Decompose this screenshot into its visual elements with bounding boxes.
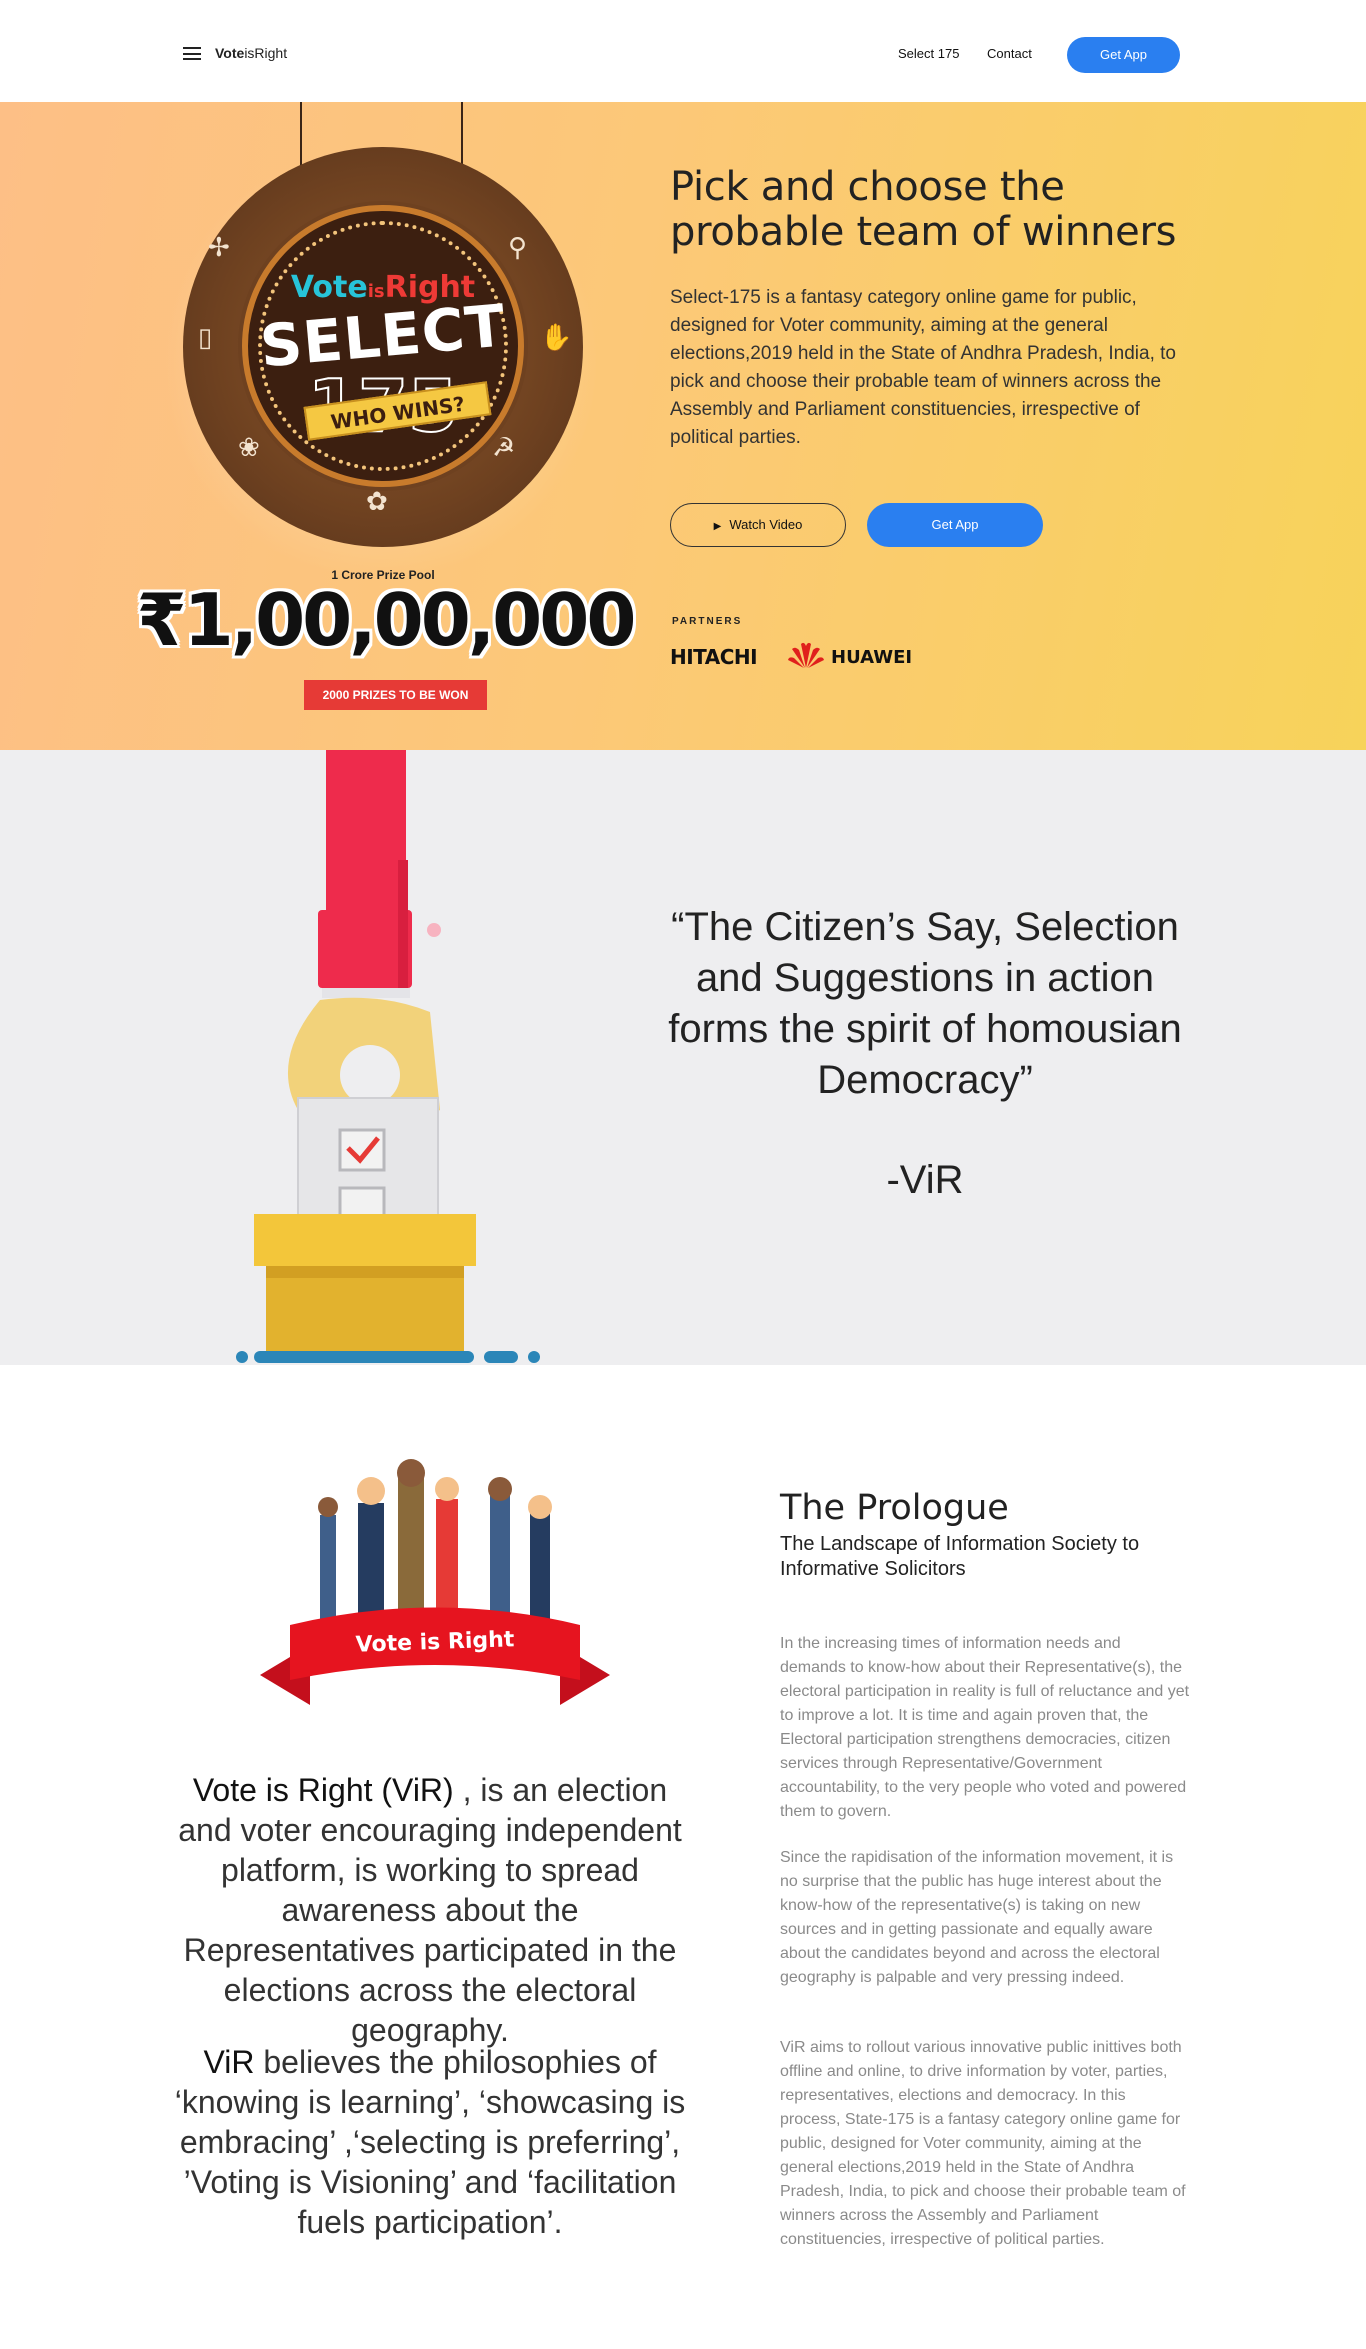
hero-description: Select-175 is a fantasy category online …	[670, 287, 1176, 448]
raised-hands-illustration	[260, 1459, 610, 1705]
prologue-subtitle: The Landscape of Information Society to …	[780, 1533, 1140, 1580]
prologue-paragraph-3: ViR aims to rollout various innovative p…	[780, 2039, 1186, 2248]
huawei-petal-icon	[788, 642, 824, 668]
partners-label: PARTNERS	[672, 616, 743, 627]
hero-section: ✢ ⚲ ▯ ✋ ❀ ☭ ✿ VoteisRight SELECT 175 WHO…	[0, 102, 1366, 750]
menu-icon[interactable]	[183, 47, 201, 60]
watch-video-button[interactable]: ▶ Watch Video	[670, 503, 846, 547]
bicycle-icon: ⚲	[508, 232, 528, 262]
fan-icon: ✢	[208, 232, 230, 262]
brand-logo[interactable]: VoteisRight	[215, 45, 287, 61]
prologue-paragraph-1: In the increasing times of information n…	[780, 1635, 1190, 1820]
vir-intro: Vote is Right (ViR) , is an election and…	[178, 1772, 682, 2048]
quote-text: “The Citizen’s Say, Selection and Sugges…	[668, 905, 1182, 1102]
prologue-title: The Prologue	[780, 1488, 1009, 1528]
hero-title: Pick and choose the probable team of win…	[670, 164, 1177, 255]
top-nav: VoteisRight Select 175 Contact Get App	[0, 0, 1366, 102]
flower-icon: ✿	[366, 486, 388, 516]
prize-amount: ₹1,00,00,000	[136, 578, 637, 662]
partner-hitachi-logo: HITACHI	[670, 645, 758, 669]
ballot-box-illustration	[236, 750, 540, 1363]
nav-link-contact[interactable]: Contact	[987, 46, 1032, 61]
hero-get-app-button[interactable]: Get App	[867, 503, 1043, 547]
prize-badge: 2000 PRIZES TO BE WON	[304, 680, 487, 710]
vir-beliefs: ViR believes the philosophies of ‘knowin…	[174, 2044, 686, 2240]
quote-section: “The Citizen’s Say, Selection and Sugges…	[0, 750, 1366, 1365]
play-icon: ▶	[713, 521, 722, 532]
quote-author: -ViR	[886, 1158, 964, 1202]
prologue-paragraph-2: Since the rapidisation of the informatio…	[780, 1849, 1174, 1986]
nav-get-app-button[interactable]: Get App	[1067, 37, 1180, 73]
partner-huawei-logo: HUAWEI	[831, 647, 913, 668]
nav-link-select-175[interactable]: Select 175	[898, 46, 959, 61]
